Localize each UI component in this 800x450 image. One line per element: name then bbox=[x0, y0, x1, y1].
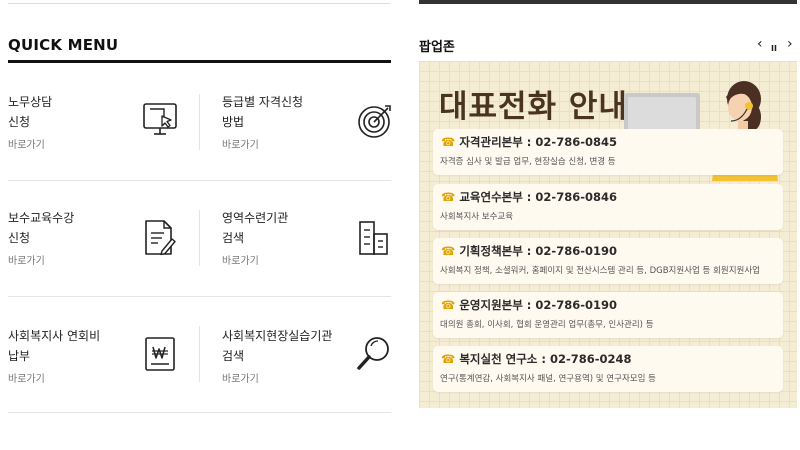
popup-next-button[interactable]: › bbox=[787, 37, 793, 51]
popup-pause-button[interactable]: II bbox=[771, 42, 777, 56]
target-arrow-icon bbox=[358, 105, 391, 138]
phone-icon: ☎ bbox=[441, 190, 456, 204]
quick-menu-item-label: 보수교육수강 신청 bbox=[8, 211, 75, 245]
popup-zone-title: 팝업존 bbox=[419, 40, 455, 55]
quick-menu-item-practice-institution[interactable]: 사회복지현장실습기관 검색 바로가기 bbox=[222, 326, 412, 416]
contact-card: ☎ 운영지원본부 : 02-786-0190 대의원 총회, 이사회, 협회 운영… bbox=[433, 292, 783, 338]
document-pen-icon bbox=[145, 220, 176, 256]
phone-icon: ☎ bbox=[441, 298, 456, 312]
won-receipt-icon bbox=[145, 337, 175, 371]
column-divider bbox=[199, 210, 200, 266]
column-divider bbox=[199, 326, 200, 382]
phone-icon: ☎ bbox=[441, 244, 456, 258]
banner-title: 대표전화 안내 bbox=[439, 89, 628, 125]
quick-menu-item-label: 사회복지현장실습기관 검색 bbox=[222, 329, 333, 363]
go-link[interactable]: 바로가기 bbox=[8, 370, 45, 385]
building-icon bbox=[359, 221, 388, 255]
quick-menu-item-training-institution[interactable]: 영역수련기관 검색 바로가기 bbox=[222, 208, 412, 298]
quick-menu-item-annual-fee[interactable]: 사회복지사 연회비 납부 바로가기 bbox=[8, 326, 198, 416]
contact-card: ☎ 기획정책본부 : 02-786-0190 사회복지 정책, 소셜워커, 홈페이… bbox=[433, 238, 783, 284]
quick-menu-item-labor-consult[interactable]: 노무상담 신청 바로가기 bbox=[8, 92, 198, 182]
quick-menu-title: QUICK MENU bbox=[8, 36, 119, 54]
popup-top-bar bbox=[419, 0, 797, 4]
quick-menu-item-grade-qualification[interactable]: 등급별 자격신청 방법 바로가기 bbox=[222, 92, 412, 182]
phone-icon: ☎ bbox=[441, 352, 456, 366]
popup-prev-button[interactable]: ‹ bbox=[757, 37, 763, 51]
quick-menu-title-rule bbox=[8, 60, 391, 63]
go-link[interactable]: 바로가기 bbox=[222, 370, 259, 385]
contact-card: ☎ 교육연수본부 : 02-786-0846 사회복지사 보수교육 bbox=[433, 184, 783, 230]
quick-menu-item-label: 노무상담 신청 bbox=[8, 95, 53, 129]
top-divider bbox=[8, 3, 390, 4]
phone-icon: ☎ bbox=[441, 135, 456, 149]
go-link[interactable]: 바로가기 bbox=[222, 252, 259, 267]
go-link[interactable]: 바로가기 bbox=[8, 252, 45, 267]
quick-menu-item-continuing-education[interactable]: 보수교육수강 신청 바로가기 bbox=[8, 208, 198, 298]
contact-card: ☎ 복지실천 연구소 : 02-786-0248 연구(통계연감, 사회복지사 패… bbox=[433, 346, 783, 392]
column-divider bbox=[199, 94, 200, 150]
magnifier-icon bbox=[357, 337, 389, 370]
go-link[interactable]: 바로가기 bbox=[222, 136, 259, 151]
go-link[interactable]: 바로가기 bbox=[8, 136, 45, 151]
monitor-cursor-icon bbox=[143, 103, 177, 135]
quick-menu-item-label: 영역수련기관 검색 bbox=[222, 211, 289, 245]
popup-banner[interactable]: 대표전화 안내 ☎ 자격관리본부 : 02-786-0845 자격증 심사 및 발… bbox=[419, 61, 797, 408]
contact-card: ☎ 자격관리본부 : 02-786-0845 자격증 심사 및 발급 업무, 현장… bbox=[433, 129, 783, 175]
quick-menu-item-label: 등급별 자격신청 방법 bbox=[222, 95, 304, 129]
quick-menu-item-label: 사회복지사 연회비 납부 bbox=[8, 329, 101, 363]
